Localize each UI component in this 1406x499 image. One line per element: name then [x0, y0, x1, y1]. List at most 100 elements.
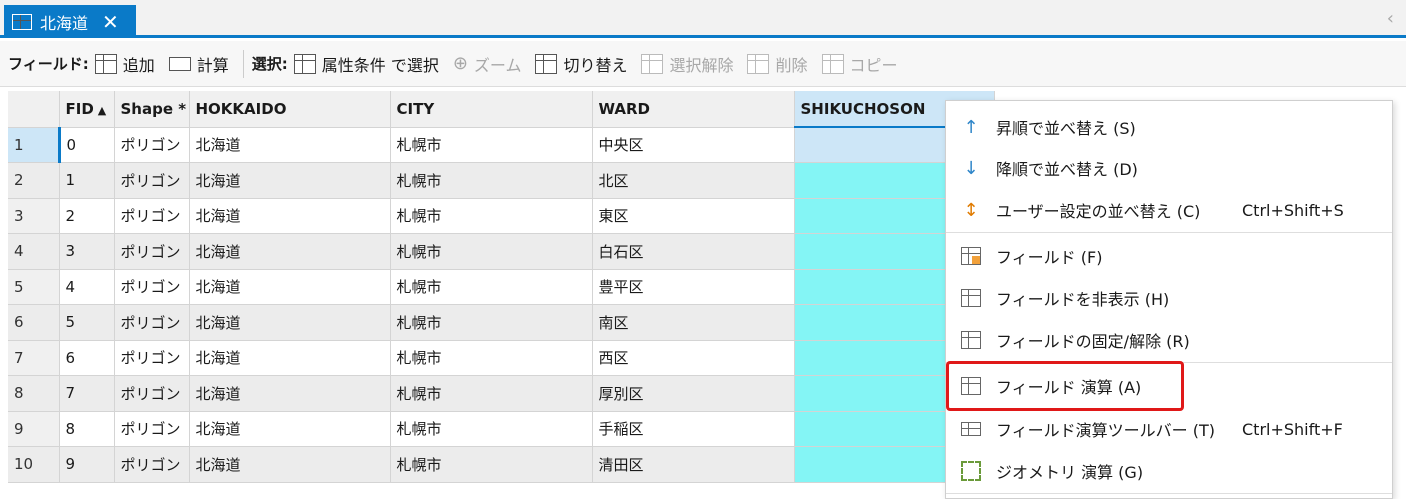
cell-ward[interactable]: 厚別区 — [592, 375, 795, 412]
cell-ward[interactable]: 手稲区 — [592, 411, 795, 447]
cell-ward[interactable]: 白石区 — [592, 233, 795, 270]
cell-city[interactable]: 札幌市 — [390, 375, 593, 412]
cell-shape[interactable]: ポリゴン — [114, 269, 190, 305]
cell-hokkaido[interactable]: 北海道 — [189, 411, 391, 447]
switch-selection-button[interactable]: 切り替え — [535, 52, 627, 76]
row-number[interactable]: 3 — [8, 198, 60, 234]
column-header-ward[interactable]: WARD — [592, 91, 795, 128]
cell-ward[interactable]: 清田区 — [592, 446, 795, 483]
menu-item-custom-sort[interactable]: ↕ ユーザー設定の並べ替え (C) Ctrl+Shift+S — [946, 190, 1392, 230]
cell-city[interactable]: 札幌市 — [390, 446, 593, 483]
table-row[interactable]: 9 8 ポリゴン 北海道 札幌市 手稲区 — [8, 411, 995, 447]
cell-city[interactable]: 札幌市 — [390, 198, 593, 234]
cell-fid[interactable]: 9 — [59, 446, 115, 483]
cell-shape[interactable]: ポリゴン — [114, 198, 190, 234]
column-header-hokkaido[interactable]: HOKKAIDO — [189, 91, 391, 128]
cell-hokkaido[interactable]: 北海道 — [189, 198, 391, 234]
table-row[interactable]: 2 1 ポリゴン 北海道 札幌市 北区 — [8, 162, 995, 199]
column-context-menu: ↑ 昇順で並べ替え (S) ↓ 降順で並べ替え (D) ↕ ユーザー設定の並べ替… — [945, 100, 1393, 499]
cell-shape[interactable]: ポリゴン — [114, 446, 190, 483]
cell-hokkaido[interactable]: 北海道 — [189, 269, 391, 305]
cell-fid[interactable]: 6 — [59, 340, 115, 376]
cell-city[interactable]: 札幌市 — [390, 411, 593, 447]
table-row[interactable]: 1 0 ポリゴン 北海道 札幌市 中央区 — [8, 127, 995, 163]
column-header-shape[interactable]: Shape * — [114, 91, 190, 128]
cell-shape[interactable]: ポリゴン — [114, 233, 190, 270]
delete-button[interactable]: 削除 — [747, 52, 808, 76]
menu-item-calculate-geometry[interactable]: ジオメトリ 演算 (G) — [946, 451, 1392, 491]
cell-shape[interactable]: ポリゴン — [114, 127, 190, 163]
cell-ward[interactable]: 南区 — [592, 304, 795, 341]
calculate-button[interactable]: 計算 — [168, 52, 229, 76]
cell-hokkaido[interactable]: 北海道 — [189, 340, 391, 376]
zoom-label: ズーム — [473, 55, 522, 75]
cell-city[interactable]: 札幌市 — [390, 127, 593, 163]
sort-descending-icon: ↓ — [963, 157, 979, 179]
cell-fid[interactable]: 7 — [59, 375, 115, 412]
cell-city[interactable]: 札幌市 — [390, 269, 593, 305]
menu-item-hide-field[interactable]: フィールドを非表示 (H) — [946, 278, 1392, 318]
cell-shape[interactable]: ポリゴン — [114, 162, 190, 199]
row-number[interactable]: 1 — [8, 127, 61, 163]
cell-fid[interactable]: 0 — [59, 127, 115, 163]
row-number[interactable]: 7 — [8, 340, 60, 376]
copy-button[interactable]: コピー — [821, 52, 898, 76]
cell-hokkaido[interactable]: 北海道 — [189, 162, 391, 199]
copy-label: コピー — [849, 55, 898, 75]
cell-city[interactable]: 札幌市 — [390, 162, 593, 199]
menu-item-sort-ascending[interactable]: ↑ 昇順で並べ替え (S) — [946, 107, 1392, 147]
cell-hokkaido[interactable]: 北海道 — [189, 127, 391, 163]
cell-fid[interactable]: 8 — [59, 411, 115, 447]
row-number[interactable]: 4 — [8, 233, 60, 270]
tab-hokkaido[interactable]: 北海道 ✕ — [4, 5, 136, 38]
cell-ward[interactable]: 中央区 — [592, 127, 795, 163]
chevron-left-icon[interactable]: ‹ — [1387, 8, 1394, 29]
menu-item-fields[interactable]: フィールド (F) — [946, 236, 1392, 276]
row-number[interactable]: 6 — [8, 304, 60, 341]
cell-ward[interactable]: 東区 — [592, 198, 795, 234]
cell-hokkaido[interactable]: 北海道 — [189, 446, 391, 483]
clear-selection-button[interactable]: 選択解除 — [641, 52, 733, 76]
cell-fid[interactable]: 1 — [59, 162, 115, 199]
cell-ward[interactable]: 豊平区 — [592, 269, 795, 305]
column-header-fid[interactable]: FID ▲ — [59, 91, 115, 128]
cell-hokkaido[interactable]: 北海道 — [189, 304, 391, 341]
row-number[interactable]: 5 — [8, 269, 60, 305]
table-row[interactable]: 6 5 ポリゴン 北海道 札幌市 南区 — [8, 304, 995, 341]
menu-item-calculate-toolbar[interactable]: フィールド演算ツールバー (T) Ctrl+Shift+F — [946, 409, 1392, 449]
select-all-corner[interactable] — [8, 91, 60, 128]
row-number[interactable]: 8 — [8, 375, 60, 412]
cell-shape[interactable]: ポリゴン — [114, 340, 190, 376]
cell-hokkaido[interactable]: 北海道 — [189, 233, 391, 270]
table-row[interactable]: 3 2 ポリゴン 北海道 札幌市 東区 — [8, 198, 995, 234]
cell-ward[interactable]: 西区 — [592, 340, 795, 376]
table-row[interactable]: 4 3 ポリゴン 北海道 札幌市 白石区 — [8, 233, 995, 270]
row-number[interactable]: 9 — [8, 411, 60, 447]
cell-fid[interactable]: 3 — [59, 233, 115, 270]
table-row[interactable]: 10 9 ポリゴン 北海道 札幌市 清田区 — [8, 446, 995, 483]
table-row[interactable]: 7 6 ポリゴン 北海道 札幌市 西区 — [8, 340, 995, 376]
cell-shape[interactable]: ポリゴン — [114, 411, 190, 447]
cell-city[interactable]: 札幌市 — [390, 304, 593, 341]
cell-shape[interactable]: ポリゴン — [114, 375, 190, 412]
cell-city[interactable]: 札幌市 — [390, 233, 593, 270]
cell-fid[interactable]: 5 — [59, 304, 115, 341]
menu-item-sort-descending[interactable]: ↓ 降順で並べ替え (D) — [946, 148, 1392, 188]
menu-item-freeze-field[interactable]: フィールドの固定/解除 (R) — [946, 320, 1392, 360]
cell-hokkaido[interactable]: 北海道 — [189, 375, 391, 412]
add-field-button[interactable]: 追加 — [94, 52, 155, 76]
cell-city[interactable]: 札幌市 — [390, 340, 593, 376]
close-icon[interactable]: ✕ — [102, 12, 119, 32]
cell-fid[interactable]: 2 — [59, 198, 115, 234]
table-row[interactable]: 5 4 ポリゴン 北海道 札幌市 豊平区 — [8, 269, 995, 305]
row-number[interactable]: 10 — [8, 446, 60, 483]
zoom-button[interactable]: ⊕ ズーム — [453, 52, 522, 76]
row-number[interactable]: 2 — [8, 162, 60, 199]
select-by-attributes-button[interactable]: 属性条件 で選択 — [293, 52, 439, 76]
column-header-city[interactable]: CITY — [390, 91, 593, 128]
cell-ward[interactable]: 北区 — [592, 162, 795, 199]
table-row[interactable]: 8 7 ポリゴン 北海道 札幌市 厚別区 — [8, 375, 995, 412]
menu-divider — [946, 232, 1392, 233]
cell-shape[interactable]: ポリゴン — [114, 304, 190, 341]
cell-fid[interactable]: 4 — [59, 269, 115, 305]
